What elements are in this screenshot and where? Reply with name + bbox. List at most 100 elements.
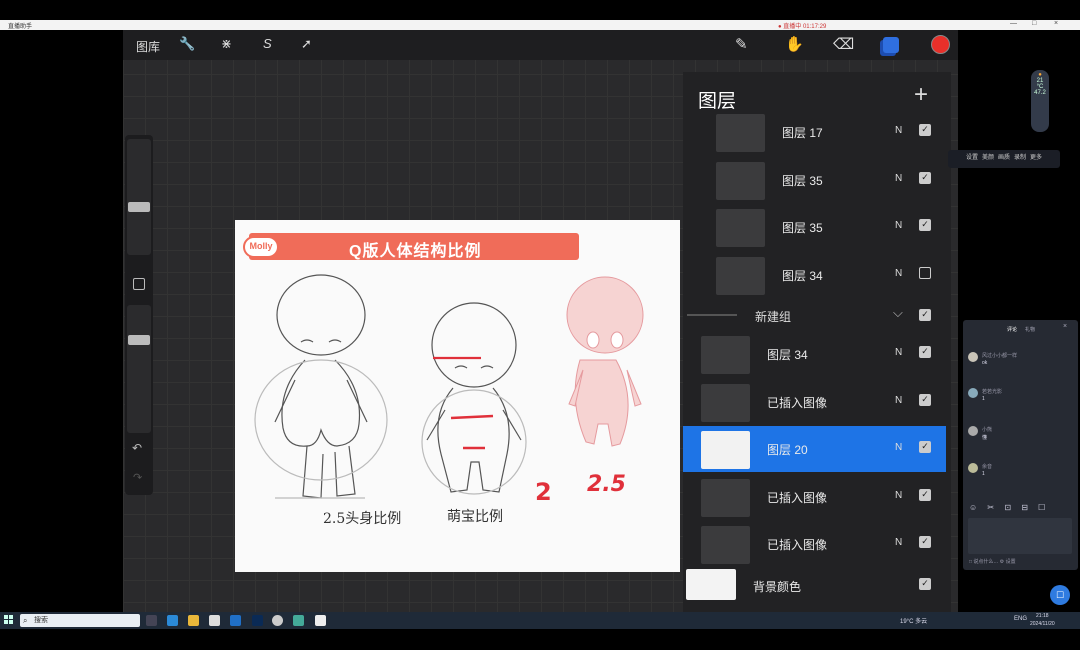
brush-size-thumb[interactable] [128, 202, 150, 212]
layer-row[interactable]: 图层 20 N ✓ [683, 426, 946, 472]
clock-time[interactable]: 21:18 [1036, 613, 1049, 619]
layer-visibility-checkbox[interactable]: ✓ [919, 171, 931, 184]
blend-mode-button[interactable]: N [895, 220, 902, 231]
group-indent-line [687, 314, 737, 316]
input-language[interactable]: ENG [1014, 616, 1027, 622]
background-visibility-checkbox[interactable]: ✓ [919, 578, 931, 590]
transform-arrow-icon[interactable]: ➚ [301, 36, 312, 52]
tab-comments[interactable]: 评论 [1007, 326, 1017, 333]
app-c-icon[interactable] [272, 615, 283, 626]
layer-name: 图层 35 [782, 173, 823, 188]
stream-tool-quality[interactable]: 画质 [998, 152, 1010, 161]
blend-mode-button[interactable]: N [895, 268, 902, 279]
modify-button[interactable] [133, 278, 145, 290]
layer-visibility-checkbox[interactable]: ✓ [919, 441, 931, 453]
maximize-button[interactable]: □ [1032, 20, 1036, 27]
stream-tool-settings[interactable]: 设置 [966, 152, 978, 161]
windows-start-icon[interactable] [4, 615, 14, 625]
layer-visibility-checkbox[interactable]: ✓ [919, 124, 931, 136]
chat-message: 小熊 懂 [968, 426, 1073, 446]
minimize-button[interactable]: — [1010, 20, 1017, 27]
stream-tool-record[interactable]: 录制 [1014, 152, 1026, 161]
stream-tool-more[interactable]: 更多 [1030, 152, 1042, 161]
chevron-down-icon[interactable]: ⌵ [893, 305, 903, 321]
tab-gifts[interactable]: 礼物 [1025, 326, 1035, 333]
color-picker-button[interactable] [931, 35, 950, 54]
chat-username: 若若光影 [982, 389, 1003, 395]
search-icon: ⌕ [23, 616, 28, 625]
layer-visibility-checkbox[interactable]: ✓ [919, 346, 931, 358]
blend-mode-button[interactable]: N [895, 537, 902, 548]
selection-s-icon[interactable]: S [263, 36, 272, 51]
task-view-icon[interactable] [146, 615, 157, 626]
gallery-button[interactable]: 图库 [136, 38, 160, 55]
taskbar-search[interactable]: ⌕ 搜索 [20, 614, 140, 627]
redo-icon[interactable]: ↷ [133, 471, 142, 484]
chat-tool-icons[interactable]: ☺ ✂ ⊡ ⊟ ☐ [969, 503, 1049, 512]
brush-icon[interactable]: ✎ [735, 35, 748, 53]
blend-mode-button[interactable]: N [895, 490, 902, 501]
notes-app-icon[interactable] [315, 615, 326, 626]
blend-mode-button[interactable]: N [895, 395, 902, 406]
chibi-figure-left [254, 274, 388, 499]
store-icon[interactable] [209, 615, 220, 626]
layer-row[interactable]: 图层 17 N ✓ [683, 109, 946, 155]
chat-float-button[interactable]: ☐ [1050, 585, 1070, 605]
layer-group-row[interactable]: 新建组 ⌵ ✓ [683, 303, 946, 327]
eraser-icon[interactable]: ⌫ [833, 35, 854, 53]
layer-thumbnail [701, 336, 750, 374]
close-button[interactable]: × [1054, 20, 1058, 27]
group-name: 新建组 [755, 310, 792, 324]
mail-icon[interactable] [230, 615, 241, 626]
opacity-slider[interactable] [127, 305, 151, 433]
chat-input[interactable] [968, 518, 1072, 554]
blend-mode-button[interactable]: N [895, 125, 902, 136]
performance-widget[interactable]: ● 21 °C 47.2 [1031, 70, 1049, 132]
brush-size-slider[interactable] [127, 139, 151, 255]
group-visibility-checkbox[interactable]: ✓ [919, 309, 931, 321]
wrench-icon[interactable]: 🔧 [179, 36, 195, 52]
image-app-icon[interactable] [293, 615, 304, 626]
layer-row[interactable]: 已插入图像 N ✓ [683, 521, 946, 567]
photoshop-icon[interactable] [252, 615, 263, 626]
stream-tool-beauty[interactable]: 美颜 [982, 152, 994, 161]
blend-mode-button[interactable]: N [895, 173, 902, 184]
opacity-thumb[interactable] [128, 335, 150, 345]
layer-row[interactable]: 图层 34 N ✓ [683, 331, 946, 377]
add-layer-button[interactable]: + [914, 81, 928, 109]
chat-text: ok [982, 360, 988, 366]
chat-message: 余音 1 [968, 463, 1073, 483]
background-color-row[interactable]: 背景颜色 ✓ [683, 569, 946, 603]
smudge-icon[interactable]: ✋ [785, 35, 804, 53]
layer-visibility-checkbox[interactable]: ✓ [919, 536, 931, 548]
blend-mode-button[interactable]: N [895, 442, 902, 453]
clock-date[interactable]: 2024/11/20 [1030, 621, 1055, 627]
chibi-figure-right [566, 276, 644, 447]
close-icon[interactable]: × [1063, 323, 1067, 330]
layer-row[interactable]: 图层 34 N [683, 252, 946, 298]
layer-row[interactable]: 已插入图像 N ✓ [683, 379, 946, 425]
layer-row[interactable]: 已插入图像 N ✓ [683, 474, 946, 520]
avatar [968, 388, 978, 398]
layer-visibility-checkbox[interactable]: ✓ [919, 219, 931, 231]
chat-footer[interactable]: □ 说点什么… ⚙ 设置 [969, 558, 1016, 565]
layer-thumbnail [701, 526, 750, 564]
magic-wand-icon[interactable]: ⋇ [221, 36, 232, 52]
layer-visibility-checkbox[interactable]: ✓ [919, 393, 931, 406]
layer-row[interactable]: 图层 35 N ✓ [683, 204, 946, 250]
layers-icon[interactable] [883, 37, 899, 53]
layer-name: 已插入图像 [767, 395, 828, 410]
edge-browser-icon[interactable] [167, 615, 178, 626]
avatar [968, 463, 978, 473]
left-sidebar: ↶ ↷ [125, 135, 153, 495]
drawing-canvas[interactable]: Molly Q版人体结构比例 2.5头身比例 萌宝比例 2 2.5 [235, 220, 680, 572]
layer-visibility-checkbox[interactable] [919, 266, 931, 279]
layer-visibility-checkbox[interactable]: ✓ [919, 488, 931, 501]
file-explorer-icon[interactable] [188, 615, 199, 626]
blend-mode-button[interactable]: N [895, 347, 902, 358]
weather-status[interactable]: 19°C 多云 [900, 616, 927, 625]
undo-icon[interactable]: ↶ [132, 441, 142, 455]
layer-row[interactable]: 图层 35 N ✓ [683, 157, 946, 203]
layer-thumbnail [716, 161, 765, 200]
label-2-5-head-ratio: 2.5头身比例 [323, 511, 402, 527]
